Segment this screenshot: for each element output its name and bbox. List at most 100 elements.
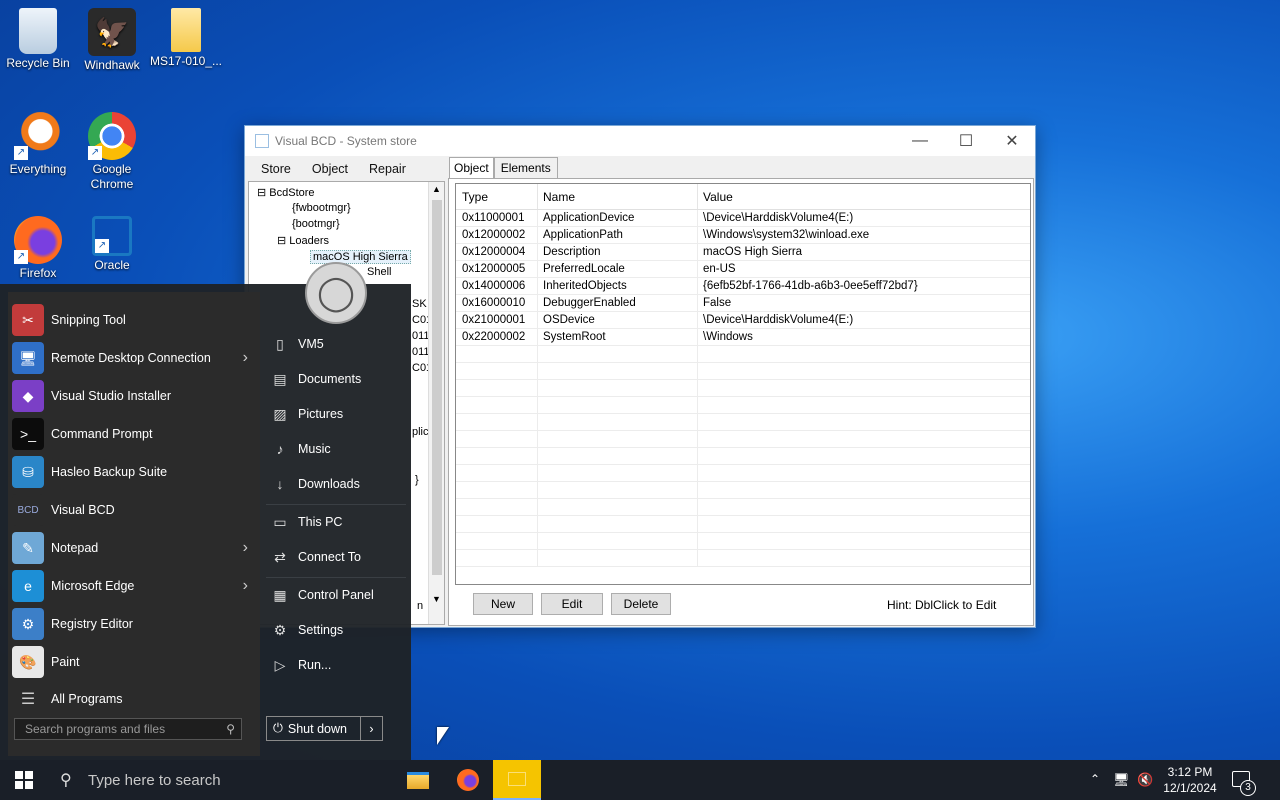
submenu-arrow-icon[interactable]: › bbox=[243, 349, 248, 367]
visual-studio-installer-icon: ◆ bbox=[12, 380, 44, 412]
table-row[interactable]: 0x11000001 ApplicationDevice \Device\Hardd… bbox=[456, 210, 1030, 227]
desktop-icon-ms17-folder[interactable]: MS17-010_... bbox=[148, 8, 224, 69]
shutdown-button[interactable]: ⏻ Shut down › bbox=[266, 716, 383, 741]
place-label: VM5 bbox=[298, 337, 324, 351]
start-program-remote-desktop[interactable]: 🖥 Remote Desktop Connection › bbox=[12, 339, 258, 377]
start-place-user-folder[interactable]: ▯ VM5 bbox=[270, 329, 324, 359]
menu-store[interactable]: Store bbox=[248, 158, 299, 180]
scroll-down-icon[interactable]: ▼ bbox=[432, 594, 441, 604]
desktop-icon-recycle-bin[interactable]: Recycle Bin bbox=[0, 8, 76, 71]
start-place-downloads[interactable]: ↓ Downloads bbox=[270, 469, 360, 499]
firefox-icon bbox=[14, 216, 62, 264]
taskbar-visual-bcd[interactable] bbox=[493, 760, 541, 800]
start-place-settings[interactable]: ⚙ Settings bbox=[270, 615, 343, 645]
command-prompt-icon: >_ bbox=[12, 418, 44, 450]
column-value[interactable]: Value bbox=[698, 184, 1030, 209]
table-row[interactable]: 0x12000004 Description macOS High Sierra bbox=[456, 244, 1030, 261]
tree-item-bootmgr[interactable]: {bootmgr} bbox=[292, 218, 340, 230]
desktop-icon-everything[interactable]: Everything bbox=[0, 112, 76, 177]
table-row[interactable]: 0x12000002 ApplicationPath \Windows\system… bbox=[456, 227, 1030, 244]
desktop-icon-windhawk[interactable]: 🦅 Windhawk bbox=[74, 8, 150, 73]
table-row[interactable]: 0x16000010 DebuggerEnabled False bbox=[456, 295, 1030, 312]
user-avatar[interactable]: ◯ bbox=[305, 262, 367, 324]
cell-type: 0x16000010 bbox=[456, 295, 538, 311]
start-place-control-panel[interactable]: ▦ Control Panel bbox=[270, 580, 374, 610]
table-row[interactable]: 0x12000005 PreferredLocale en-US bbox=[456, 261, 1030, 278]
place-label: Settings bbox=[298, 623, 344, 637]
empty-row bbox=[456, 448, 1030, 465]
desktop-icon-oracle[interactable]: Oracle bbox=[74, 216, 150, 273]
start-search-input[interactable]: Search programs and files ⚲ bbox=[14, 718, 242, 740]
minimize-icon[interactable]: — bbox=[897, 126, 943, 156]
shutdown-options-icon[interactable]: › bbox=[360, 717, 382, 740]
desktop-icon-firefox[interactable]: Firefox bbox=[0, 216, 76, 281]
start-program-notepad[interactable]: ✎ Notepad › bbox=[12, 529, 258, 567]
scroll-up-icon[interactable]: ▲ bbox=[432, 184, 441, 194]
tray-overflow-icon[interactable]: ⌃ bbox=[1090, 772, 1100, 786]
everything-icon bbox=[14, 112, 62, 160]
start-program-command-prompt[interactable]: >_ Command Prompt bbox=[12, 415, 258, 453]
tab-object[interactable]: Object bbox=[449, 157, 494, 178]
tree-item-bcdstore[interactable]: ⊟ BcdStore bbox=[257, 186, 315, 199]
empty-row bbox=[456, 482, 1030, 499]
tree-item-loaders[interactable]: ⊟ Loaders bbox=[277, 234, 329, 247]
elements-list[interactable]: Type Name Value 0x11000001 ApplicationDev… bbox=[455, 183, 1031, 585]
tree-item-macos[interactable]: macOS High Sierra bbox=[310, 250, 411, 264]
column-type[interactable]: Type bbox=[456, 184, 538, 209]
start-place-this-pc[interactable]: ▭ This PC bbox=[270, 507, 342, 537]
network-icon[interactable]: 🖥 bbox=[1113, 772, 1130, 788]
volume-muted-icon[interactable]: 🔇 bbox=[1137, 772, 1153, 788]
window-titlebar[interactable]: Visual BCD - System store — ☐ ✕ bbox=[245, 126, 1035, 156]
all-programs-button[interactable]: ☰ All Programs bbox=[12, 680, 258, 718]
start-program-visual-studio-installer[interactable]: ◆ Visual Studio Installer bbox=[12, 377, 258, 415]
submenu-arrow-icon[interactable]: › bbox=[243, 577, 248, 595]
start-button[interactable] bbox=[0, 760, 48, 800]
clock[interactable]: 3:12 PM 12/1/2024 bbox=[1160, 764, 1220, 796]
delete-button[interactable]: Delete bbox=[611, 593, 671, 615]
tree-item-shell[interactable]: Shell bbox=[367, 266, 391, 278]
taskbar-file-explorer[interactable] bbox=[394, 760, 442, 800]
start-program-hasleo-backup[interactable]: ⛁ Hasleo Backup Suite bbox=[12, 453, 258, 491]
start-place-documents[interactable]: ▤ Documents bbox=[270, 364, 361, 394]
desktop-icon-chrome[interactable]: Google Chrome bbox=[74, 112, 150, 192]
app-icon bbox=[255, 134, 269, 148]
new-button[interactable]: New bbox=[473, 593, 533, 615]
empty-row bbox=[456, 533, 1030, 550]
tree-item-fwbootmgr[interactable]: {fwbootmgr} bbox=[292, 202, 351, 214]
taskbar-firefox[interactable] bbox=[444, 760, 492, 800]
maximize-icon[interactable]: ☐ bbox=[943, 126, 989, 156]
submenu-arrow-icon[interactable]: › bbox=[243, 539, 248, 557]
scroll-thumb[interactable] bbox=[432, 200, 442, 575]
start-place-music[interactable]: ♪ Music bbox=[270, 434, 331, 464]
cell-name: PreferredLocale bbox=[538, 261, 698, 277]
program-label: Visual BCD bbox=[51, 503, 115, 517]
start-program-snipping-tool[interactable]: ✂ Snipping Tool bbox=[12, 301, 258, 339]
tab-elements[interactable]: Elements bbox=[493, 157, 558, 178]
empty-row bbox=[456, 550, 1030, 567]
start-place-connect-to[interactable]: ⇄ Connect To bbox=[270, 542, 361, 572]
tree-scrollbar[interactable]: ▲ ▼ bbox=[428, 182, 444, 624]
close-icon[interactable]: ✕ bbox=[989, 126, 1035, 156]
empty-row bbox=[456, 380, 1030, 397]
start-program-registry-editor[interactable]: ⚙ Registry Editor bbox=[12, 605, 258, 643]
start-program-edge[interactable]: e Microsoft Edge › bbox=[12, 567, 258, 605]
windhawk-icon: 🦅 bbox=[88, 8, 136, 56]
place-label: Connect To bbox=[298, 550, 362, 564]
table-row[interactable]: 0x22000002 SystemRoot \Windows bbox=[456, 329, 1030, 346]
start-place-run[interactable]: ▷ Run... bbox=[270, 650, 332, 680]
taskbar-search-input[interactable]: Type here to search bbox=[88, 772, 221, 789]
tree-partial-1: SK bbox=[412, 298, 427, 310]
cell-value: \Windows bbox=[703, 331, 753, 343]
cell-value: \Device\HarddiskVolume4(E:) bbox=[703, 212, 854, 224]
table-row[interactable]: 0x21000001 OSDevice \Device\HarddiskVolume… bbox=[456, 312, 1030, 329]
start-program-paint[interactable]: 🎨 Paint bbox=[12, 643, 258, 681]
edit-button[interactable]: Edit bbox=[541, 593, 603, 615]
start-place-pictures[interactable]: ▨ Pictures bbox=[270, 399, 343, 429]
tab-strip: Object Elements bbox=[449, 157, 558, 178]
start-program-visual-bcd[interactable]: BCD Visual BCD bbox=[12, 491, 258, 529]
column-name[interactable]: Name bbox=[538, 184, 698, 209]
menu-object[interactable]: Object bbox=[299, 158, 356, 180]
table-row[interactable]: 0x14000006 InheritedObjects {6efb52bf-1766… bbox=[456, 278, 1030, 295]
place-label: Control Panel bbox=[298, 588, 374, 602]
menu-repair[interactable]: Repair bbox=[356, 158, 414, 180]
